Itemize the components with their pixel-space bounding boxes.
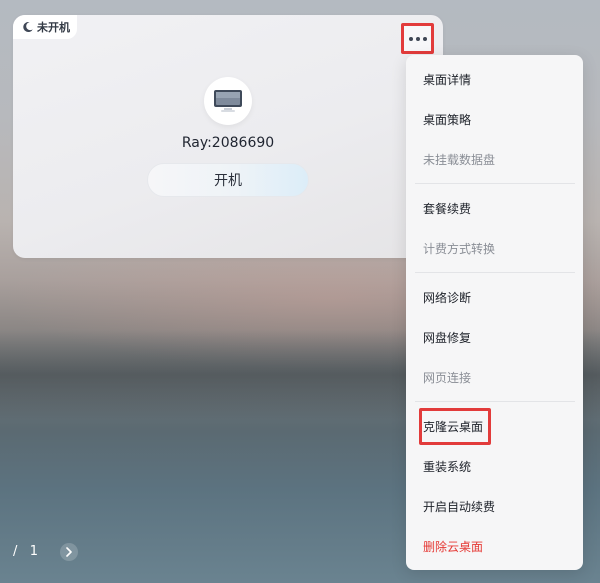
menu-item-web-connection[interactable]: 网页连接 xyxy=(423,370,471,386)
menu-item-billing-conversion[interactable]: 计费方式转换 xyxy=(423,241,495,257)
moon-icon xyxy=(23,22,33,33)
menu-item-package-renewal[interactable]: 套餐续费 xyxy=(423,201,471,217)
menu-item-desktop-details[interactable]: 桌面详情 xyxy=(423,72,471,88)
pagination-total: 1 xyxy=(29,544,39,559)
menu-item-auto-renewal[interactable]: 开启自动续费 xyxy=(423,499,495,515)
menu-item-netdisk-repair[interactable]: 网盘修复 xyxy=(423,330,471,346)
status-badge: 未开机 xyxy=(13,15,77,39)
menu-divider xyxy=(415,401,575,402)
menu-item-network-diagnosis[interactable]: 网络诊断 xyxy=(423,290,471,306)
context-menu: 桌面详情 桌面策略 未挂载数据盘 套餐续费 计费方式转换 网络诊断 网盘修复 网… xyxy=(406,55,583,570)
chevron-right-icon xyxy=(66,547,72,557)
menu-item-clone-desktop[interactable]: 克隆云桌面 xyxy=(423,419,483,435)
pagination-separator: / xyxy=(13,544,18,559)
menu-item-delete-desktop[interactable]: 删除云桌面 xyxy=(423,539,483,555)
menu-item-unmounted-data-disk[interactable]: 未挂载数据盘 xyxy=(423,152,495,168)
more-button[interactable] xyxy=(401,23,434,54)
menu-item-reinstall-system[interactable]: 重装系统 xyxy=(423,459,471,475)
menu-divider xyxy=(415,272,575,273)
desktop-name: Ray:2086690 xyxy=(181,135,275,151)
desktop-avatar xyxy=(204,77,252,125)
status-text: 未开机 xyxy=(37,21,70,34)
more-icon xyxy=(408,36,413,41)
more-icon-dot xyxy=(415,36,420,41)
monitor-icon xyxy=(214,90,242,112)
more-icon-dot xyxy=(422,36,427,41)
menu-divider xyxy=(415,183,575,184)
power-on-button[interactable]: 开机 xyxy=(147,163,309,197)
next-page-button[interactable] xyxy=(60,543,78,561)
desktop-card[interactable]: 未开机 Ray:2086690 开机 xyxy=(13,15,443,258)
pagination: / 1 xyxy=(13,544,38,559)
menu-item-desktop-policy[interactable]: 桌面策略 xyxy=(423,112,471,128)
